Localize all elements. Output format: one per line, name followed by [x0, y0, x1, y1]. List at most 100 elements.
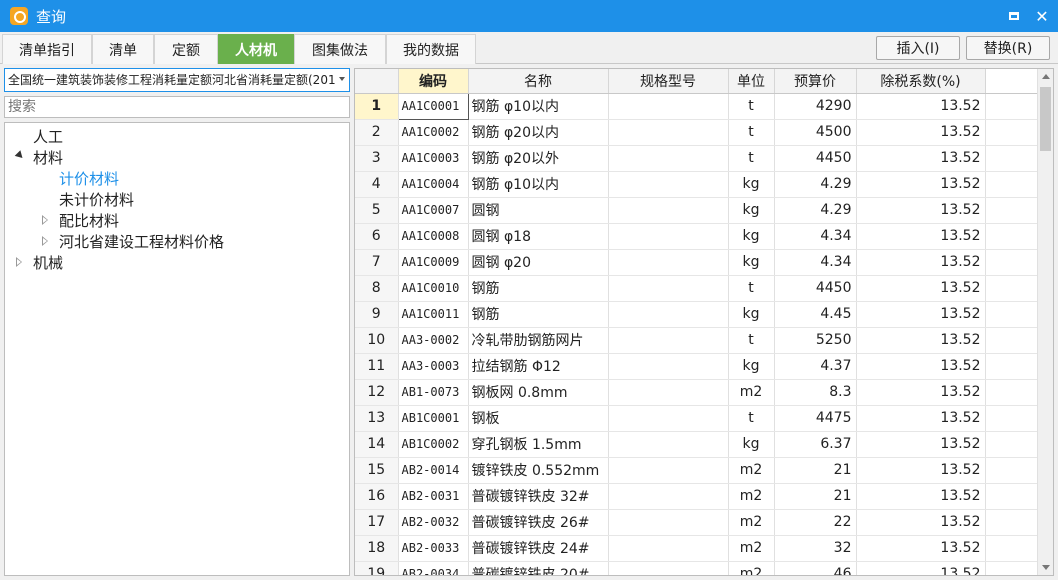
tab-my-data[interactable]: 我的数据	[386, 34, 476, 64]
row-number[interactable]: 16	[355, 483, 399, 510]
column-header-name[interactable]: 名称	[468, 69, 609, 94]
table-row[interactable]: 4 AA1C0004 钢筋 φ10以内 kg 4.29 13.52	[355, 171, 1039, 198]
cell-unit[interactable]: m2	[728, 561, 775, 575]
cell-spec[interactable]	[608, 457, 729, 484]
cell-code[interactable]: AB1C0001	[398, 405, 469, 432]
table-row[interactable]: 12 AB1-0073 钢板网 0.8mm m2 8.3 13.52	[355, 379, 1039, 406]
cell-name[interactable]: 普碳镀锌铁皮 26#	[468, 509, 609, 536]
cell-code[interactable]: AA1C0008	[398, 223, 469, 250]
table-row[interactable]: 6 AA1C0008 圆钢 φ18 kg 4.34 13.52	[355, 223, 1039, 250]
table-row[interactable]: 14 AB1C0002 穿孔钢板 1.5mm kg 6.37 13.52	[355, 431, 1039, 458]
table-row[interactable]: 8 AA1C0010 钢筋 t 4450 13.52	[355, 275, 1039, 302]
column-header-code[interactable]: 编码	[398, 69, 469, 94]
cell-code[interactable]: AA1C0003	[398, 145, 469, 172]
row-number[interactable]: 2	[355, 119, 399, 146]
cell-name[interactable]: 圆钢	[468, 197, 609, 224]
cell-unit[interactable]: kg	[728, 249, 775, 276]
cell-tax-rate[interactable]: 13.52	[856, 535, 986, 562]
cell-spec[interactable]	[608, 197, 729, 224]
tree-node-hebei-material-prices[interactable]: 河北省建设工程材料价格	[59, 232, 224, 252]
cell-budget-price[interactable]: 8.3	[774, 379, 857, 406]
table-row[interactable]: 1 AA1C0001 钢筋 φ10以内 t 4290 13.52	[355, 92, 1039, 120]
cell-budget-price[interactable]: 4.29	[774, 171, 857, 198]
tab-atlas-practice[interactable]: 图集做法	[294, 34, 386, 64]
row-number[interactable]: 4	[355, 171, 399, 198]
tree-node-mix-material[interactable]: 配比材料	[59, 211, 119, 231]
table-row[interactable]: 9 AA1C0011 钢筋 kg 4.45 13.52	[355, 301, 1039, 328]
cell-tax-rate[interactable]: 13.52	[856, 561, 986, 575]
cell-unit[interactable]: t	[728, 93, 775, 120]
table-row[interactable]: 13 AB1C0001 钢板 t 4475 13.52	[355, 405, 1039, 432]
cell-tax-rate[interactable]: 13.52	[856, 509, 986, 536]
cell-budget-price[interactable]: 4.34	[774, 223, 857, 250]
cell-unit[interactable]: kg	[728, 171, 775, 198]
cell-budget-price[interactable]: 4.45	[774, 301, 857, 328]
row-number[interactable]: 15	[355, 457, 399, 484]
cell-unit[interactable]: kg	[728, 353, 775, 380]
cell-tax-rate[interactable]: 13.52	[856, 197, 986, 224]
cell-budget-price[interactable]: 22	[774, 509, 857, 536]
cell-unit[interactable]: kg	[728, 301, 775, 328]
cell-spec[interactable]	[608, 171, 729, 198]
cell-budget-price[interactable]: 46	[774, 561, 857, 575]
cell-unit[interactable]: m2	[728, 535, 775, 562]
cell-budget-price[interactable]: 6.37	[774, 431, 857, 458]
cell-name[interactable]: 普碳镀锌铁皮 20#	[468, 561, 609, 575]
cell-tax-rate[interactable]: 13.52	[856, 483, 986, 510]
table-row[interactable]: 7 AA1C0009 圆钢 φ20 kg 4.34 13.52	[355, 249, 1039, 276]
cell-unit[interactable]: m2	[728, 457, 775, 484]
quota-library-select[interactable]: 全国统一建筑装饰装修工程消耗量定额河北省消耗量定额(201	[4, 68, 350, 92]
tab-list-guide[interactable]: 清单指引	[2, 34, 92, 64]
expand-closed-icon[interactable]	[42, 215, 48, 225]
row-number[interactable]: 11	[355, 353, 399, 380]
cell-tax-rate[interactable]: 13.52	[856, 431, 986, 458]
cell-tax-rate[interactable]: 13.52	[856, 379, 986, 406]
cell-unit[interactable]: kg	[728, 431, 775, 458]
row-number[interactable]: 1	[355, 93, 399, 120]
cell-budget-price[interactable]: 32	[774, 535, 857, 562]
minimize-button[interactable]	[1000, 0, 1028, 32]
cell-code[interactable]: AB2-0033	[398, 535, 469, 562]
cell-name[interactable]: 钢筋	[468, 275, 609, 302]
expand-closed-icon[interactable]	[16, 257, 22, 267]
cell-spec[interactable]	[608, 509, 729, 536]
cell-code[interactable]: AA1C0001	[397, 92, 469, 120]
cell-budget-price[interactable]: 4290	[774, 93, 857, 120]
cell-name[interactable]: 钢板	[468, 405, 609, 432]
row-number[interactable]: 12	[355, 379, 399, 406]
cell-name[interactable]: 钢板网 0.8mm	[468, 379, 609, 406]
cell-tax-rate[interactable]: 13.52	[856, 457, 986, 484]
cell-name[interactable]: 穿孔钢板 1.5mm	[468, 431, 609, 458]
cell-tax-rate[interactable]: 13.52	[856, 171, 986, 198]
cell-spec[interactable]	[608, 405, 729, 432]
tree-node-material[interactable]: 材料	[33, 148, 63, 168]
tab-quota[interactable]: 定额	[154, 34, 218, 64]
cell-name[interactable]: 镀锌铁皮 0.552mm	[468, 457, 609, 484]
row-number[interactable]: 3	[355, 145, 399, 172]
cell-budget-price[interactable]: 21	[774, 457, 857, 484]
row-number[interactable]: 5	[355, 197, 399, 224]
cell-tax-rate[interactable]: 13.52	[856, 353, 986, 380]
vertical-scrollbar[interactable]	[1037, 69, 1053, 575]
expand-open-icon[interactable]	[14, 150, 26, 161]
row-number[interactable]: 9	[355, 301, 399, 328]
cell-unit[interactable]: m2	[728, 509, 775, 536]
row-number[interactable]: 14	[355, 431, 399, 458]
cell-unit[interactable]: kg	[728, 223, 775, 250]
cell-code[interactable]: AA1C0002	[398, 119, 469, 146]
cell-name[interactable]: 钢筋 φ20以内	[468, 119, 609, 146]
cell-budget-price[interactable]: 4500	[774, 119, 857, 146]
cell-name[interactable]: 钢筋 φ20以外	[468, 145, 609, 172]
cell-budget-price[interactable]: 4.37	[774, 353, 857, 380]
row-number[interactable]: 18	[355, 535, 399, 562]
table-row[interactable]: 17 AB2-0032 普碳镀锌铁皮 26# m2 22 13.52	[355, 509, 1039, 536]
cell-name[interactable]: 拉结钢筋 Φ12	[468, 353, 609, 380]
cell-code[interactable]: AB1C0002	[398, 431, 469, 458]
cell-code[interactable]: AA1C0004	[398, 171, 469, 198]
column-header-unit[interactable]: 单位	[728, 69, 775, 94]
cell-unit[interactable]: t	[728, 119, 775, 146]
cell-spec[interactable]	[608, 93, 729, 120]
tree-node-labor[interactable]: 人工	[33, 127, 63, 147]
cell-unit[interactable]: m2	[728, 379, 775, 406]
row-number[interactable]: 17	[355, 509, 399, 536]
